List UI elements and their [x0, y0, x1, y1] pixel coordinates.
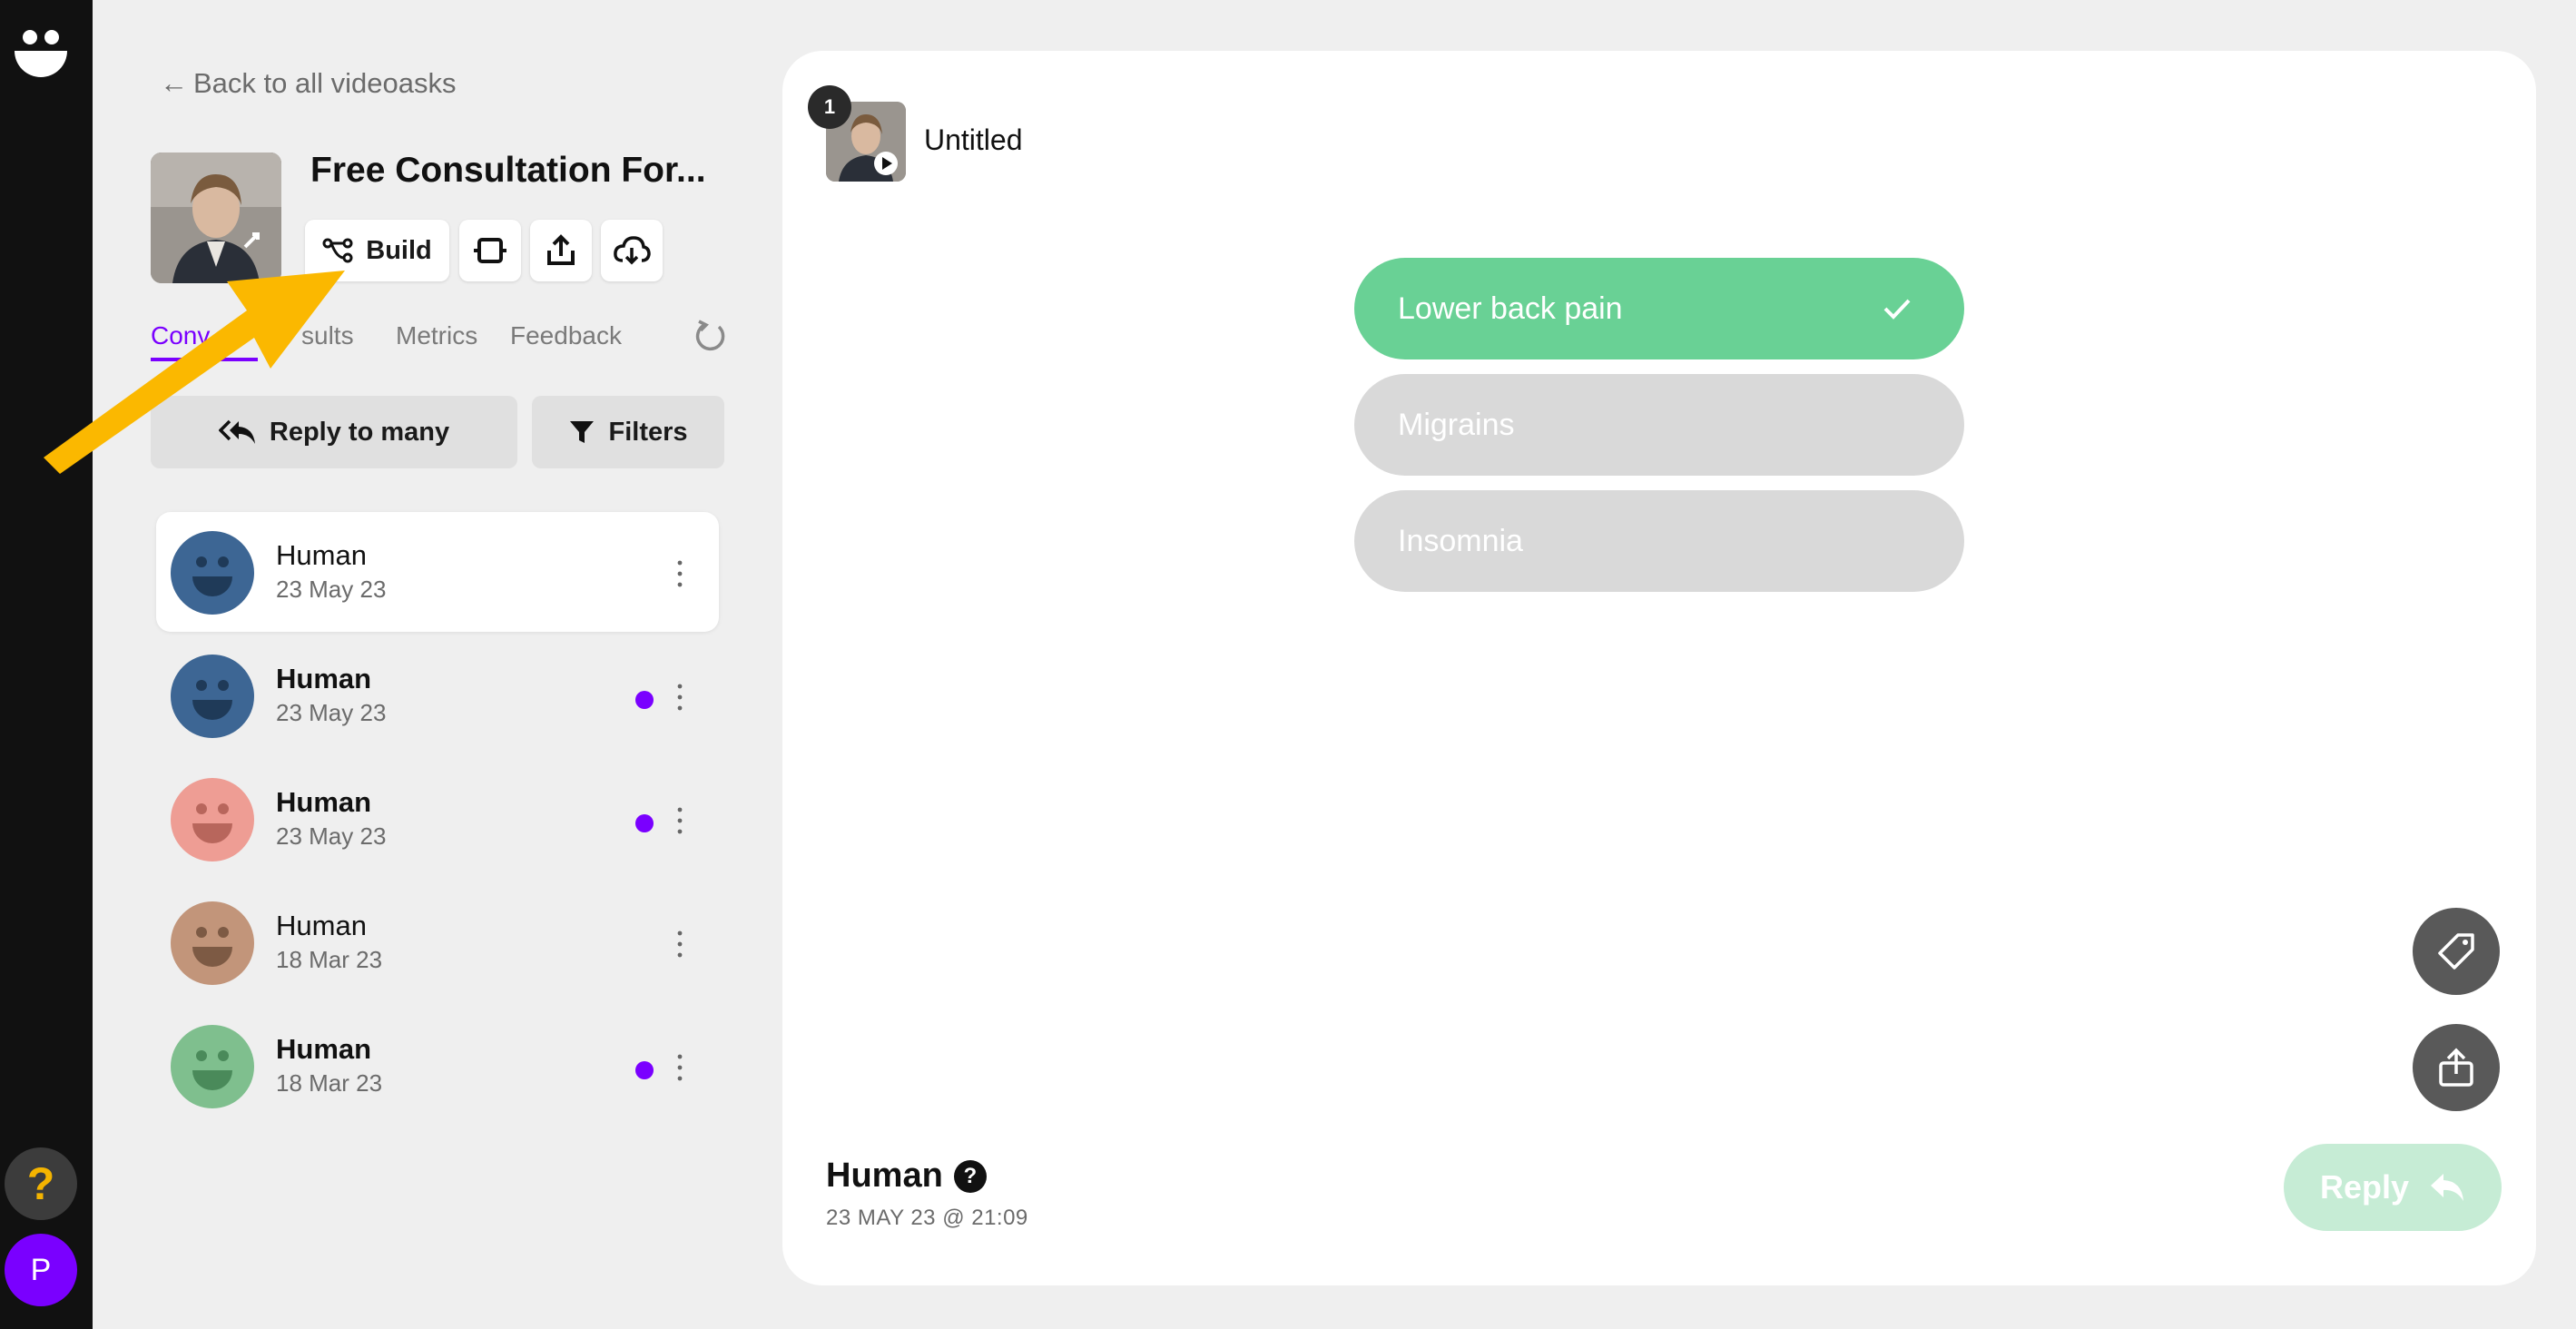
flow-icon [322, 238, 353, 263]
choice-label: Lower back pain [1398, 290, 1623, 326]
respondent-name: Human [276, 910, 367, 941]
choice-option: Insomnia [1354, 490, 1964, 592]
cloud-download-icon [614, 236, 651, 265]
conversation-date: 23 May 23 [276, 699, 387, 726]
more-vertical-icon[interactable] [673, 926, 686, 962]
choice-label: Migrains [1398, 407, 1515, 442]
share-icon [547, 234, 575, 265]
reply-all-icon [218, 419, 255, 444]
share-conversation-button[interactable] [2413, 1024, 2500, 1111]
tab-conversations[interactable]: Conv [151, 321, 210, 350]
tab-metrics[interactable]: Metrics [396, 321, 477, 350]
respondent-name: Human [276, 786, 372, 818]
back-link-label: Back to all videoasks [193, 67, 457, 99]
refresh-icon[interactable] [692, 318, 728, 354]
embed-icon [474, 238, 506, 263]
help-button[interactable]: ? [5, 1147, 77, 1220]
unread-indicator [635, 1061, 654, 1079]
respondent-avatar [171, 531, 254, 615]
back-to-videoasks-link[interactable]: ← Back to all videoasks [160, 67, 456, 100]
conversation-date: 23 May 23 [276, 822, 387, 850]
user-avatar[interactable]: P [5, 1234, 77, 1306]
arrow-left-icon: ← [160, 67, 188, 99]
conversation-row[interactable]: Human 23 May 23 [156, 635, 719, 755]
respondent-avatar [171, 655, 254, 738]
reply-button[interactable]: Reply [2284, 1144, 2502, 1231]
presenter-thumbnail-image [151, 153, 281, 283]
active-tab-indicator [151, 358, 258, 361]
conversation-detail-panel: 1 Untitled Lower back pain Migrains Inso… [782, 51, 2536, 1285]
filters-button[interactable]: Filters [532, 396, 724, 468]
build-label: Build [366, 235, 432, 265]
app-rail: ? P [0, 0, 93, 1329]
videoask-logo-icon[interactable] [13, 25, 69, 82]
unread-indicator [635, 691, 654, 709]
more-vertical-icon[interactable] [673, 679, 686, 715]
choice-option: Lower back pain [1354, 258, 1964, 359]
more-vertical-icon[interactable] [673, 1049, 686, 1086]
tab-feedback[interactable]: Feedback [510, 321, 622, 350]
conversation-row[interactable]: Human 23 May 23 [156, 512, 719, 632]
conversation-row[interactable]: Human 23 May 23 [156, 759, 719, 879]
respondent-avatar [171, 901, 254, 985]
help-icon[interactable]: ? [953, 1159, 987, 1193]
step-title: Untitled [924, 123, 1023, 156]
reply-to-many-label: Reply to many [269, 417, 450, 447]
conversation-date: 23 May 23 [276, 576, 387, 603]
reply-icon [2431, 1174, 2464, 1201]
respondent-name: Human [276, 1033, 372, 1065]
choice-label: Insomnia [1398, 523, 1523, 558]
conversation-date: 18 Mar 23 [276, 946, 383, 973]
filters-label: Filters [608, 417, 688, 447]
step-number-badge: 1 [808, 85, 851, 129]
form-thumbnail[interactable] [151, 153, 281, 283]
respondent-name: Human [276, 539, 367, 571]
check-icon [1883, 299, 1911, 320]
respondent-avatar [171, 1025, 254, 1108]
respondent-name: Human [826, 1157, 943, 1195]
respondent-header: Human ? [826, 1157, 987, 1196]
conversation-row[interactable]: Human 18 Mar 23 [156, 882, 719, 1002]
share-icon [2439, 1048, 2473, 1087]
reply-to-many-button[interactable]: Reply to many [151, 396, 517, 468]
tag-icon [2438, 933, 2474, 970]
form-title: Free Consultation For... [310, 151, 706, 190]
conversation-row[interactable]: Human 18 Mar 23 [156, 1006, 719, 1126]
conversation-date: 18 Mar 23 [276, 1069, 383, 1097]
more-vertical-icon[interactable] [673, 556, 686, 592]
respondent-name: Human [276, 663, 372, 694]
respondent-avatar [171, 778, 254, 861]
response-timestamp: 23 MAY 23 @ 21:09 [826, 1206, 1028, 1230]
tab-results[interactable]: sults [301, 321, 354, 350]
download-button[interactable] [601, 220, 663, 281]
embed-button[interactable] [459, 220, 521, 281]
filter-icon [570, 421, 595, 443]
tag-button[interactable] [2413, 908, 2500, 995]
choice-option: Migrains [1354, 374, 1964, 476]
reply-label: Reply [2319, 1168, 2410, 1206]
share-button[interactable] [530, 220, 592, 281]
build-button[interactable]: Build [305, 220, 449, 281]
unread-indicator [635, 814, 654, 832]
more-vertical-icon[interactable] [673, 802, 686, 839]
